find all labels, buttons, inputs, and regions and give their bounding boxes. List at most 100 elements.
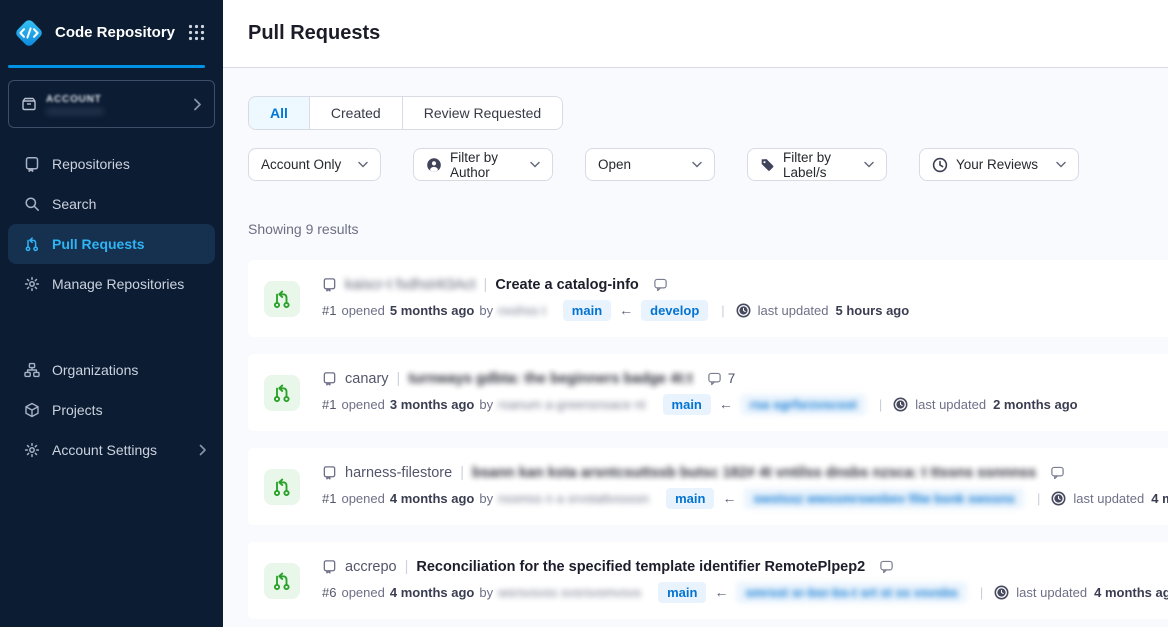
repo-name[interactable]: harness-filestore bbox=[345, 465, 452, 481]
sidebar-item-label: Repositories bbox=[52, 156, 130, 172]
by-label: by bbox=[479, 397, 493, 412]
pr-row[interactable]: harness-filestore | bsann kan ksta arsnt… bbox=[248, 448, 1168, 525]
filter-your-reviews[interactable]: Your Reviews bbox=[919, 148, 1079, 181]
pr-row[interactable]: canary | turnways gdbta: the beginners b… bbox=[248, 354, 1168, 431]
sidebar-item-projects[interactable]: Projects bbox=[8, 390, 215, 430]
gear-icon bbox=[24, 276, 40, 292]
pr-title[interactable]: Reconciliation for the specified templat… bbox=[416, 559, 865, 575]
filter-bar: Account Only Filter by Author bbox=[248, 148, 1168, 181]
sidebar-item-repositories[interactable]: Repositories bbox=[8, 144, 215, 184]
chevron-down-icon bbox=[864, 161, 874, 168]
tab-created[interactable]: Created bbox=[309, 97, 402, 129]
merge-direction-arrow: ← bbox=[719, 396, 733, 412]
repo-icon bbox=[322, 465, 337, 480]
vertical-divider: | bbox=[1037, 491, 1040, 506]
source-branch-badge[interactable]: rsa sgrfsrzvscsst bbox=[741, 394, 866, 415]
pr-title[interactable]: Create a catalog-info bbox=[495, 277, 638, 293]
source-branch-badge[interactable]: swstssz wwssmrswsbev filw bsnk swssns bbox=[744, 488, 1024, 509]
sidebar-item-search[interactable]: Search bbox=[8, 184, 215, 224]
chevron-right-icon bbox=[199, 444, 207, 456]
app-logo-icon bbox=[13, 17, 45, 49]
comments-indicator[interactable]: 7 bbox=[707, 371, 736, 386]
opened-label: opened bbox=[341, 585, 384, 600]
sidebar-item-manage-repositories[interactable]: Manage Repositories bbox=[8, 264, 215, 304]
author-name[interactable]: nxshss t bbox=[498, 303, 546, 318]
chevron-down-icon bbox=[692, 161, 702, 168]
vertical-divider: | bbox=[721, 303, 724, 318]
pull-request-icon bbox=[24, 236, 40, 252]
comments-indicator[interactable] bbox=[879, 559, 900, 574]
pr-title[interactable]: turnways gdbta: the beginners badge 4t:t bbox=[408, 371, 692, 387]
opened-label: opened bbox=[341, 491, 384, 506]
vertical-divider: | bbox=[980, 585, 983, 600]
brand-divider bbox=[8, 65, 205, 68]
repo-icon bbox=[322, 559, 337, 574]
vertical-divider: | bbox=[879, 397, 882, 412]
source-branch-badge[interactable]: smrsst sr-bsr-bs-t srt st ss vsvsbs bbox=[736, 582, 966, 603]
chevron-right-icon bbox=[193, 98, 202, 111]
sidebar-item-account-settings[interactable]: Account Settings bbox=[8, 430, 215, 470]
sidebar-item-organizations[interactable]: Organizations bbox=[8, 350, 215, 390]
pr-number: #6 bbox=[322, 585, 336, 600]
opened-ago: 4 months ago bbox=[390, 585, 475, 600]
projects-cube-icon bbox=[24, 402, 40, 418]
sidebar-item-pull-requests[interactable]: Pull Requests bbox=[8, 224, 215, 264]
comments-indicator[interactable] bbox=[653, 277, 674, 292]
by-label: by bbox=[479, 491, 493, 506]
repositories-icon bbox=[24, 156, 40, 172]
separator: | bbox=[397, 371, 401, 387]
last-updated-clock-icon bbox=[1051, 491, 1066, 506]
tab-all[interactable]: All bbox=[249, 97, 309, 129]
target-branch-badge[interactable]: main bbox=[666, 488, 714, 509]
pr-open-state-icon bbox=[264, 563, 300, 599]
sidebar-item-label: Projects bbox=[52, 402, 103, 418]
updated-ago: 2 months ago bbox=[993, 397, 1078, 412]
filter-by-author[interactable]: Filter by Author bbox=[413, 148, 553, 181]
repo-name[interactable]: accrepo bbox=[345, 559, 397, 575]
pr-title[interactable]: bsann kan ksta arsntcsuttssb butsc 182# … bbox=[472, 465, 1036, 481]
target-branch-badge[interactable]: main bbox=[563, 300, 611, 321]
pr-number: #1 bbox=[322, 397, 336, 412]
app-root: Code Repository ACCOUNT bbox=[0, 0, 1168, 627]
account-name-redacted bbox=[46, 108, 104, 115]
pr-row[interactable]: accrepo | Reconciliation for the specifi… bbox=[248, 542, 1168, 619]
sidebar-item-label: Account Settings bbox=[52, 442, 157, 458]
main-area: Pull Requests All Created Review Request… bbox=[223, 0, 1168, 627]
target-branch-badge[interactable]: main bbox=[658, 582, 706, 603]
target-branch-badge[interactable]: main bbox=[663, 394, 711, 415]
filter-by-label[interactable]: Filter by Label/s bbox=[747, 148, 887, 181]
updated-ago: 5 hours ago bbox=[836, 303, 910, 318]
sidebar-item-label: Manage Repositories bbox=[52, 276, 184, 292]
pr-open-state-icon bbox=[264, 469, 300, 505]
pr-list: kaiscr-t fsdhst4t3Act | Create a catalog… bbox=[248, 260, 1168, 619]
updated-ago: 4 months ago bbox=[1151, 491, 1168, 506]
by-label: by bbox=[479, 585, 493, 600]
last-updated-label: last updated bbox=[1073, 491, 1144, 506]
comments-indicator[interactable] bbox=[1050, 465, 1071, 480]
brand: Code Repository bbox=[0, 0, 223, 65]
filter-state-open[interactable]: Open bbox=[585, 148, 715, 181]
source-branch-badge[interactable]: develop bbox=[641, 300, 708, 321]
page-header: Pull Requests bbox=[223, 0, 1168, 68]
filter-account-only[interactable]: Account Only bbox=[248, 148, 381, 181]
sidebar-nav: Repositories Search Pull bbox=[0, 144, 223, 470]
search-icon bbox=[24, 196, 40, 212]
author-name[interactable]: nssmss n a srvstattvssssn bbox=[498, 491, 649, 506]
last-updated-clock-icon bbox=[893, 397, 908, 412]
app-switcher-grid-icon[interactable] bbox=[186, 22, 207, 43]
author-name[interactable]: wsrsvsvss svsrsvsmvsvs bbox=[498, 585, 641, 600]
settings-gear-icon bbox=[24, 442, 40, 458]
author-name[interactable]: rsanum a-greensnsace nt bbox=[498, 397, 645, 412]
pr-number: #1 bbox=[322, 303, 336, 318]
merge-direction-arrow: ← bbox=[714, 584, 728, 600]
repo-name[interactable]: kaiscr-t fsdhst4t3Act bbox=[345, 277, 476, 293]
filter-label: Filter by Author bbox=[450, 150, 522, 180]
sidebar-item-label: Search bbox=[52, 196, 96, 212]
sidebar-item-label: Organizations bbox=[52, 362, 138, 378]
repo-name[interactable]: canary bbox=[345, 371, 389, 387]
organizations-icon bbox=[24, 362, 40, 378]
tab-review-requested[interactable]: Review Requested bbox=[402, 97, 563, 129]
repo-icon bbox=[322, 277, 337, 292]
account-selector[interactable]: ACCOUNT bbox=[8, 80, 215, 128]
pr-row[interactable]: kaiscr-t fsdhst4t3Act | Create a catalog… bbox=[248, 260, 1168, 337]
